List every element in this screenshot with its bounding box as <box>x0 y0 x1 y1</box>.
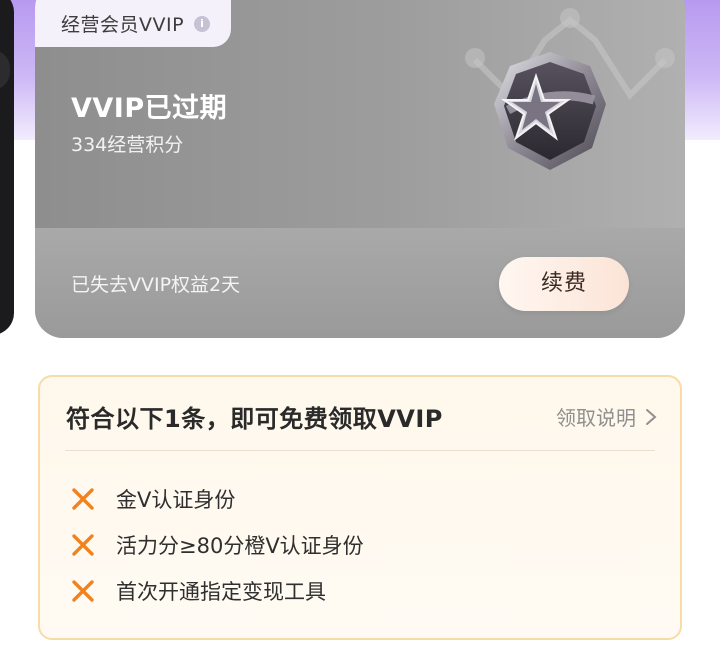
cross-icon <box>72 580 94 602</box>
membership-tag-label: 经营会员VVIP <box>61 14 185 36</box>
vip-medal-icon <box>494 52 606 170</box>
points-text: 334经营积分 <box>71 134 184 156</box>
vip-membership-card[interactable]: 经营会员VVIP i VVIP已过期 334经营积分 已失去VVIP权益2天 续… <box>35 0 685 338</box>
vip-status-title: VVIP已过期 <box>71 93 228 124</box>
condition-item: 首次开通指定变现工具 <box>70 576 326 606</box>
condition-text: 金V认证身份 <box>116 488 236 512</box>
explain-link[interactable]: 领取说明 <box>556 402 660 431</box>
renew-button[interactable]: 续费 <box>499 257 629 311</box>
membership-tag: 经营会员VVIP i <box>35 0 231 47</box>
cross-icon <box>72 534 94 556</box>
info-icon[interactable]: i <box>194 15 211 32</box>
lost-benefit-text: 已失去VVIP权益2天 <box>71 274 241 296</box>
conditions-title: 符合以下1条，即可免费领取VVIP <box>66 405 443 433</box>
free-vip-conditions-card: 符合以下1条，即可免费领取VVIP 领取说明 金V认证身份 活力分≥80分橙V认… <box>38 375 682 640</box>
card-decoration <box>0 50 10 90</box>
condition-item: 金V认证身份 <box>70 484 235 514</box>
previous-card-peek[interactable] <box>0 0 14 335</box>
divider <box>65 450 655 451</box>
cross-icon <box>72 488 94 510</box>
condition-item: 活力分≥80分橙V认证身份 <box>70 530 364 560</box>
condition-text: 活力分≥80分橙V认证身份 <box>116 534 364 558</box>
explain-link-label[interactable]: 领取说明 <box>556 402 636 431</box>
condition-text: 首次开通指定变现工具 <box>116 580 326 604</box>
chevron-right-icon[interactable] <box>642 407 660 427</box>
